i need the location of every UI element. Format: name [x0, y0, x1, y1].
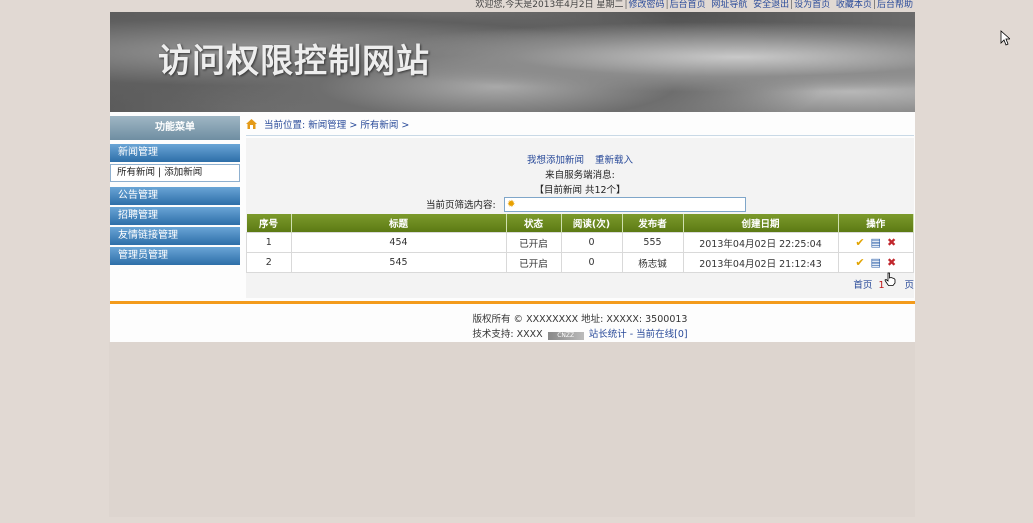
sidebar-item-news[interactable]: 新闻管理	[110, 144, 240, 162]
sun-icon: ✹	[507, 199, 516, 210]
lower-background	[109, 342, 915, 517]
cell-publisher: 555	[621, 232, 684, 253]
top-info-bar: 欢迎您,今天是2013年4月2日 星期二|修改密码|后台首页 网址导航 安全退出…	[475, 0, 913, 10]
col-header-id: 序号	[246, 214, 292, 233]
cell-id: 1	[246, 232, 292, 253]
breadcrumb-prefix: 当前位置:	[264, 120, 306, 131]
sidebar-subitems-news: 所有新闻 | 添加新闻	[110, 164, 240, 182]
table-header-row: 序号 标题 状态 阅读(次) 发布者 创建日期 操作	[246, 214, 914, 233]
help-link[interactable]: 后台帮助	[877, 0, 913, 10]
site-banner: 访问权限控制网站	[110, 12, 915, 112]
cnzz-badge[interactable]: CNZZ	[547, 332, 584, 340]
bookmark-link[interactable]: 收藏本页	[836, 0, 872, 10]
site-title: 访问权限控制网站	[158, 41, 430, 80]
check-icon[interactable]: ✔	[855, 256, 864, 269]
footer-divider	[110, 301, 915, 304]
cell-status: 已开启	[505, 252, 562, 273]
add-news-link[interactable]: 我想添加新闻	[527, 155, 584, 166]
sidebar-item-admins[interactable]: 管理员管理	[110, 247, 240, 265]
footer: 版权所有 © XXXXXXXX 地址: XXXXX: 3500013 技术支持:…	[246, 312, 914, 342]
pager-first[interactable]: 首页	[853, 280, 872, 291]
breadcrumb: 当前位置: 新闻管理 > 所有新闻 >	[246, 117, 914, 136]
hand-cursor-icon	[884, 272, 896, 286]
col-header-actions: 操作	[838, 214, 914, 233]
sidebar-title: 功能菜单	[110, 116, 240, 140]
set-homepage-link[interactable]: 设为首页	[794, 0, 830, 10]
cell-title[interactable]: 454	[290, 232, 507, 253]
table-row: 1 454 已开启 0 555 2013年04月02日 22:25:04 ✔ ▤ ✖	[246, 232, 914, 253]
edit-icon[interactable]: ▤	[871, 236, 881, 249]
cell-publisher: 杨志铖	[621, 252, 684, 273]
footer-support-row: 技术支持: XXXX CNZZ 站长统计 - 当前在线[0]	[246, 327, 914, 342]
pagination: 首页 1 页	[246, 276, 914, 296]
change-password-link[interactable]: 修改密码	[629, 0, 665, 10]
news-count: 【目前新闻 共12个】	[534, 185, 626, 196]
breadcrumb-separator: >	[349, 120, 358, 131]
footer-copyright: 版权所有 © XXXXXXXX 地址: XXXXX: 3500013	[472, 314, 688, 325]
site-nav-link[interactable]: 网址导航	[711, 0, 747, 10]
breadcrumb-all-news[interactable]: 所有新闻	[360, 120, 398, 131]
filter-input[interactable]	[504, 197, 746, 212]
pager-last[interactable]: 页	[904, 280, 914, 291]
cell-created: 2013年04月02日 21:12:43	[682, 252, 839, 273]
filter-label: 当前页筛选内容:	[426, 200, 496, 211]
admin-home-link[interactable]: 后台首页	[670, 0, 706, 10]
breadcrumb-separator: >	[401, 120, 410, 131]
cell-status: 已开启	[505, 232, 562, 253]
col-header-title: 标题	[291, 214, 507, 233]
col-header-created: 创建日期	[683, 214, 839, 233]
cell-actions: ✔ ▤ ✖	[837, 232, 914, 253]
action-links: 我想添加新闻 重新载入	[246, 152, 914, 166]
edit-icon[interactable]: ▤	[871, 256, 881, 269]
col-header-reads: 阅读(次)	[561, 214, 623, 233]
cell-actions: ✔ ▤ ✖	[837, 252, 914, 273]
sidebar-subitem-all-news[interactable]: 所有新闻	[117, 167, 155, 178]
breadcrumb-news-mgmt[interactable]: 新闻管理	[308, 120, 346, 131]
check-icon[interactable]: ✔	[855, 236, 864, 249]
server-message: 来自服务端消息:	[545, 170, 615, 181]
cell-reads: 0	[560, 232, 623, 253]
filter-row: 当前页筛选内容: ✹	[426, 197, 746, 212]
reload-link[interactable]: 重新载入	[595, 155, 633, 166]
delete-icon[interactable]: ✖	[887, 236, 896, 249]
cell-reads: 0	[560, 252, 623, 273]
col-header-status: 状态	[506, 214, 562, 233]
footer-support: 技术支持: XXXX	[472, 329, 543, 340]
sidebar-item-jobs[interactable]: 招聘管理	[110, 207, 240, 225]
pointer-cursor-icon	[1000, 30, 1010, 46]
sidebar-item-friend-links[interactable]: 友情链接管理	[110, 227, 240, 245]
footer-stats-link[interactable]: 站长统计 - 当前在线[0]	[589, 329, 688, 340]
sidebar-item-announcements[interactable]: 公告管理	[110, 187, 240, 205]
sidebar: 功能菜单 新闻管理 所有新闻 | 添加新闻 公告管理 招聘管理 友情链接管理 管…	[110, 116, 240, 267]
cell-title[interactable]: 545	[290, 252, 507, 273]
sidebar-subitem-separator: |	[158, 167, 162, 178]
cell-id: 2	[246, 252, 292, 273]
home-icon	[246, 119, 257, 129]
news-table: 序号 标题 状态 阅读(次) 发布者 创建日期 操作 1 454 已开启 0 5…	[246, 214, 914, 273]
welcome-text: 欢迎您,今天是2013年4月2日 星期二	[475, 0, 624, 10]
table-row: 2 545 已开启 0 杨志铖 2013年04月02日 21:12:43 ✔ ▤ ✖	[246, 252, 914, 273]
delete-icon[interactable]: ✖	[887, 256, 896, 269]
col-header-publisher: 发布者	[622, 214, 684, 233]
sidebar-subitem-add-news[interactable]: 添加新闻	[164, 167, 202, 178]
cell-created: 2013年04月02日 22:25:04	[682, 232, 839, 253]
content-area: 我想添加新闻 重新载入 来自服务端消息: 【目前新闻 共12个】 当前页筛选内容…	[246, 138, 914, 298]
logout-link[interactable]: 安全退出	[753, 0, 789, 10]
